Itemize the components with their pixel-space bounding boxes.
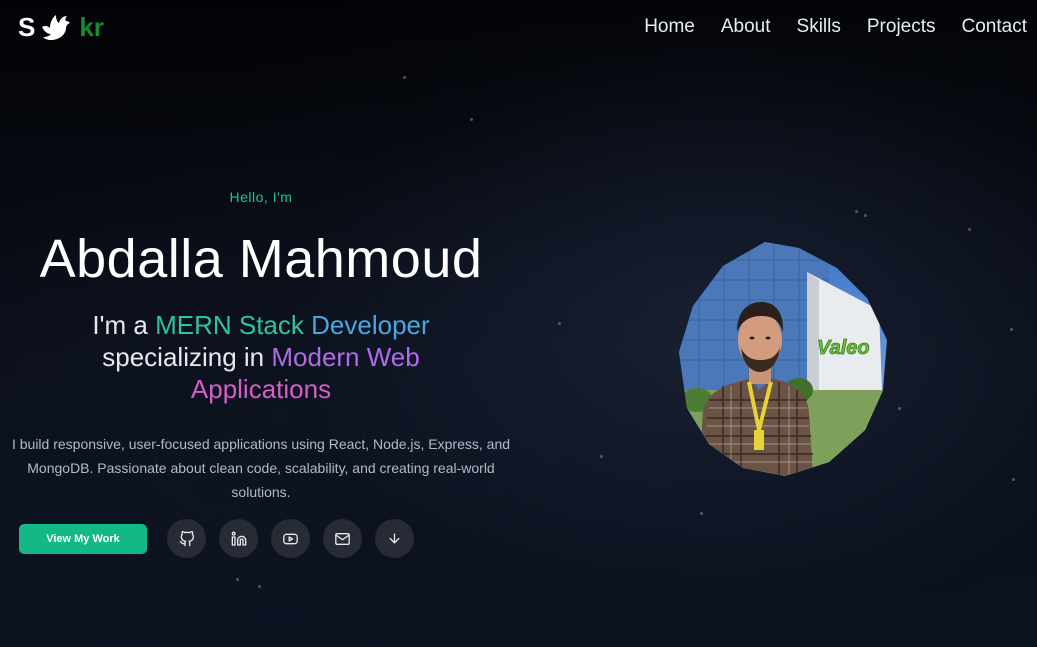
tagline-middle: specializing in: [102, 342, 272, 372]
background-dot: [258, 585, 261, 588]
background-dot: [236, 578, 239, 581]
hero-description: I build responsive, user-focused applica…: [11, 436, 511, 500]
profile-photo: Valeo: [679, 240, 889, 476]
background-dot: [403, 76, 406, 79]
tagline-highlight-modern-web: Modern Web: [271, 342, 420, 372]
tagline-highlight-applications: Applications: [190, 374, 332, 404]
youtube-icon: [282, 531, 299, 547]
linkedin-link[interactable]: [219, 519, 258, 558]
youtube-link[interactable]: [271, 519, 310, 558]
background-dot: [1012, 478, 1015, 481]
email-link[interactable]: [323, 519, 362, 558]
nav-link-skills[interactable]: Skills: [797, 16, 841, 38]
hero-tagline: I'm a MERN Stack Developer specializing …: [0, 309, 522, 405]
hero-actions: View My Work: [19, 519, 414, 558]
github-icon: [179, 530, 195, 547]
background-dot: [558, 322, 561, 325]
logo-suffix: kr: [79, 12, 104, 42]
tagline-highlight-mern: MERN Stack: [155, 310, 304, 340]
background-dot: [600, 455, 603, 458]
logo-letter: S: [18, 12, 36, 42]
nav-link-about[interactable]: About: [721, 16, 771, 38]
site-logo[interactable]: S kr: [18, 12, 104, 43]
background-dot: [1010, 328, 1013, 331]
view-my-work-button[interactable]: View My Work: [19, 523, 147, 554]
linkedin-icon: [231, 531, 247, 547]
hero-greeting: Hello, I'm: [229, 189, 293, 205]
tagline-highlight-developer: Developer: [311, 310, 430, 340]
background-dot: [700, 512, 703, 515]
nav-menu: Home About Skills Projects Contact: [644, 16, 1027, 38]
background-dot: [968, 228, 971, 231]
portfolio-page: S kr Home About Skills Projects Contact …: [0, 0, 1037, 647]
scroll-down-button[interactable]: [375, 519, 414, 558]
bird-icon: [39, 13, 71, 43]
nav-link-home[interactable]: Home: [644, 16, 695, 38]
github-link[interactable]: [167, 519, 206, 558]
background-dot: [855, 210, 858, 213]
mail-icon: [334, 531, 351, 547]
background-dot: [898, 407, 901, 410]
nav-link-projects[interactable]: Projects: [867, 16, 936, 38]
top-navbar: S kr Home About Skills Projects Contact: [0, 0, 1037, 58]
sign-text: Valeo: [817, 337, 870, 359]
arrow-down-icon: [387, 531, 402, 546]
background-dot: [470, 118, 473, 121]
tagline-prefix: I'm a: [92, 310, 156, 340]
nav-link-contact[interactable]: Contact: [962, 16, 1027, 38]
background-dot: [864, 214, 867, 217]
hero-name: Abdalla Mahmoud: [39, 229, 483, 289]
